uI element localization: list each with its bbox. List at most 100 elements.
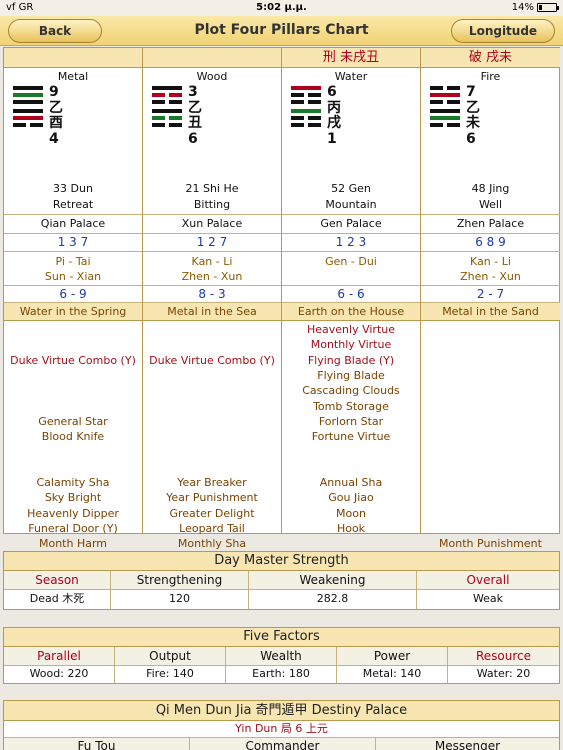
yin-line bbox=[430, 123, 460, 127]
battery-fill bbox=[539, 5, 542, 10]
battery-percent: 14% bbox=[511, 2, 534, 13]
star-item: Duke Virtue Combo (Y) bbox=[10, 353, 136, 367]
numbers-label: 6 8 9 bbox=[421, 233, 560, 251]
stars-list: Heavenly Virtue Monthly Virtue Flying Blad… bbox=[282, 321, 420, 535]
branch-relations bbox=[143, 48, 281, 68]
star-item: Cascading Clouds bbox=[302, 384, 400, 398]
clock: 5:02 μ.μ. bbox=[256, 2, 307, 13]
battery-indicator: 14% bbox=[511, 2, 559, 13]
output-header: Output bbox=[115, 647, 226, 666]
nayin-label: Metal in the Sand bbox=[421, 302, 560, 321]
link-label: Pi - Tai bbox=[55, 255, 91, 268]
star-item: Flying Blade bbox=[317, 368, 385, 382]
palace-label: Gen Palace bbox=[282, 214, 420, 233]
links-cell: Kan - Li Zhen - Xun bbox=[421, 251, 560, 285]
numbers-label: 1 2 7 bbox=[143, 233, 281, 251]
battery-icon bbox=[537, 3, 559, 12]
yang-line bbox=[430, 109, 460, 113]
element-label: Fire bbox=[480, 70, 501, 83]
five-factors-header-row: Parallel Output Wealth Power Resource bbox=[4, 647, 559, 666]
star-item: Fortune Virtue bbox=[311, 430, 391, 444]
yang-line bbox=[291, 109, 321, 113]
wealth-header: Wealth bbox=[226, 647, 337, 666]
commander-header: Commander bbox=[190, 738, 376, 750]
stem-char: 乙 bbox=[188, 99, 202, 116]
star-item: Funeral Door (Y) bbox=[28, 521, 118, 535]
longitude-button[interactable]: Longitude bbox=[451, 19, 555, 43]
pillar-month: 刑 未戌丑 Water 6 丙戌 1 52 Gen Mountain Gen Palace 1 … bbox=[282, 48, 421, 535]
hexagram-icon bbox=[291, 86, 321, 130]
star-item: Year Breaker bbox=[177, 476, 247, 489]
pillar-year: 破 戌未 Fire 7 乙未 6 48 Jing Well Zhen Palace 6 8 9K… bbox=[421, 48, 560, 566]
yin-line bbox=[152, 93, 182, 97]
yin-line bbox=[152, 100, 182, 104]
stars-list: Duke Virtue Combo (Y) Year Breaker Year Pu… bbox=[143, 321, 281, 551]
yin-line bbox=[430, 86, 460, 90]
period-label: 8 - 3 bbox=[143, 285, 281, 302]
qimen-panel: Qi Men Dun Jia 奇門遁甲 Destiny Palace Yin D… bbox=[3, 700, 560, 750]
power-header: Power bbox=[337, 647, 448, 666]
element-label: Wood bbox=[196, 70, 228, 83]
yang-line bbox=[152, 86, 182, 90]
resource-header: Resource bbox=[448, 647, 559, 666]
stem-char: 乙 bbox=[49, 99, 63, 116]
yin-line bbox=[152, 116, 182, 120]
qimen-header-row: Fu Tou Commander Messenger bbox=[4, 738, 559, 750]
star-item: Calamity Sha bbox=[36, 476, 110, 489]
yin-line bbox=[291, 123, 321, 127]
yang-line bbox=[13, 93, 43, 97]
gua-name: 21 Shi He bbox=[185, 182, 239, 195]
star-item: Heavenly Virtue bbox=[306, 323, 395, 336]
stems-column: 9乙酉4 bbox=[49, 84, 63, 147]
star-item: Heavenly Dipper bbox=[27, 506, 119, 520]
stem-char: 3 bbox=[188, 84, 198, 100]
star-item: Monthly Sha bbox=[177, 537, 247, 551]
stem-char: 6 bbox=[466, 130, 476, 147]
links-cell: Gen - Dui bbox=[282, 251, 420, 285]
stem-char: 乙 bbox=[466, 99, 480, 116]
day-master-header-row: Season Strengthening Weakening Overall bbox=[4, 571, 559, 590]
star-item: Month Harm bbox=[38, 537, 108, 551]
stem-char: 6 bbox=[188, 130, 198, 147]
stars-list: Duke Virtue Combo (Y) General Star Blood K… bbox=[4, 321, 142, 566]
parallel-header: Parallel bbox=[4, 647, 115, 666]
day-master-value-row: Dead 木死 120 282.8 Weak bbox=[4, 590, 559, 609]
stem-char: 戌 bbox=[327, 115, 341, 131]
yang-line bbox=[430, 93, 460, 97]
element-label: Water bbox=[334, 70, 368, 83]
palace-label: Qian Palace bbox=[4, 214, 142, 233]
links-cell: Pi - Tai Sun - Xian bbox=[4, 251, 142, 285]
strengthening-value: 120 bbox=[111, 590, 249, 609]
star-item: Annual Sha bbox=[319, 476, 383, 489]
yang-line bbox=[13, 109, 43, 113]
five-factors-title: Five Factors bbox=[4, 628, 559, 647]
star-item: Moon bbox=[336, 506, 366, 520]
yang-line bbox=[291, 86, 321, 90]
strengthening-header: Strengthening bbox=[111, 571, 249, 590]
resource-value: Water: 20 bbox=[476, 667, 531, 680]
star-item: Greater Delight bbox=[169, 506, 255, 520]
weakening-value: 282.8 bbox=[249, 590, 417, 609]
star-item: Monthly Virtue bbox=[310, 338, 392, 352]
star-item: Sky Bright bbox=[44, 491, 102, 505]
futou-header: Fu Tou bbox=[4, 738, 190, 750]
gua-name: 52 Gen bbox=[331, 182, 371, 195]
yin-line bbox=[430, 100, 460, 104]
palace-label: Zhen Palace bbox=[421, 214, 560, 233]
yin-line bbox=[291, 93, 321, 97]
nav-bar: Back Plot Four Pillars Chart Longitude bbox=[0, 16, 563, 46]
gua-name: 48 Jing bbox=[471, 182, 510, 195]
qimen-subtitle: Yin Dun 局 6 上元 bbox=[4, 721, 559, 738]
stem-char: 1 bbox=[327, 130, 337, 147]
gua-name: 33 Dun bbox=[53, 182, 93, 195]
yin-line bbox=[291, 116, 321, 120]
gua-translation: Mountain bbox=[325, 198, 377, 211]
parallel-value: Wood: 220 bbox=[4, 666, 115, 683]
five-factors-value-row: Wood: 220 Fire: 140 Earth: 180 Metal: 14… bbox=[4, 666, 559, 683]
power-value: Metal: 140 bbox=[337, 666, 448, 683]
wealth-value: Earth: 180 bbox=[226, 666, 337, 683]
overall-header: Overall bbox=[417, 571, 559, 590]
season-value: Dead 木死 bbox=[4, 590, 111, 609]
gua-translation: Retreat bbox=[52, 198, 94, 211]
period-label: 6 - 6 bbox=[282, 285, 420, 302]
